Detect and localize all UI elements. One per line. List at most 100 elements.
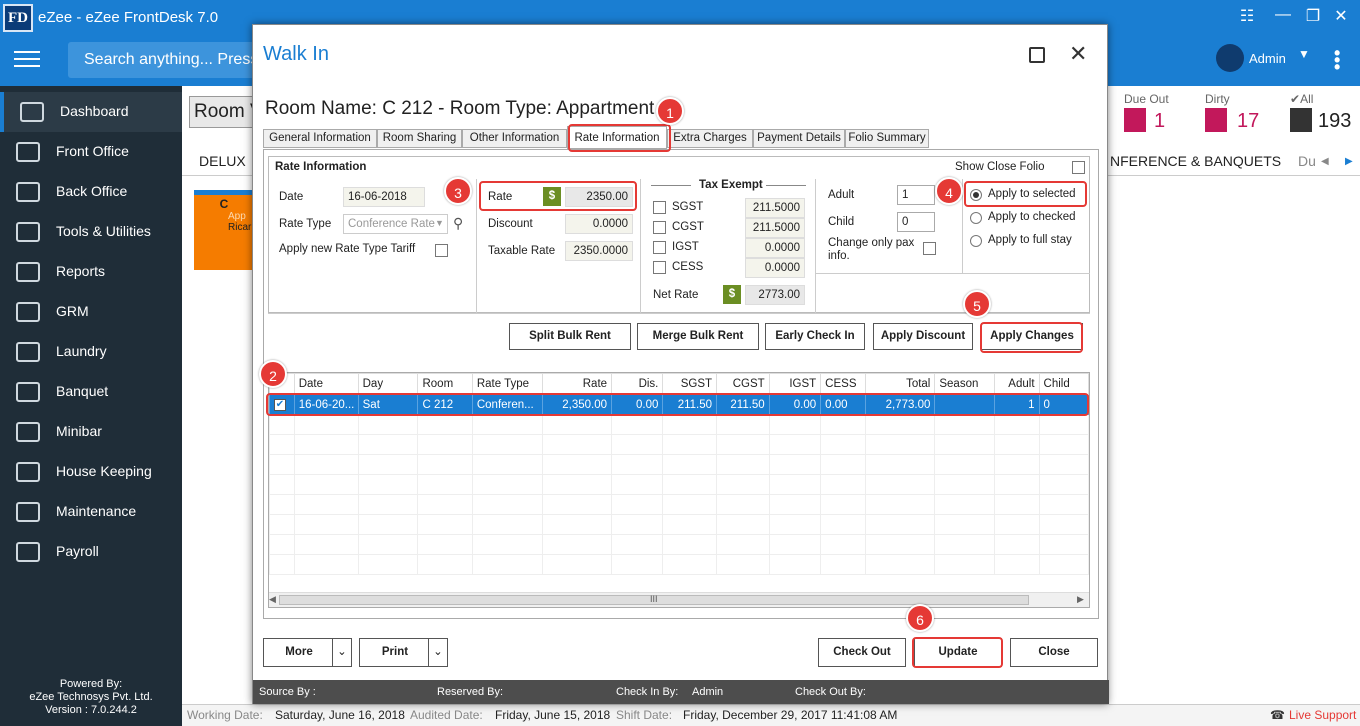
more-button[interactable]: More <box>263 638 335 667</box>
sidebar-item-banquet[interactable]: Banquet <box>0 372 182 412</box>
grid-header[interactable]: SGST <box>662 373 718 395</box>
print-dropdown-icon[interactable]: ⌄ <box>428 638 448 667</box>
sidebar-item-reports[interactable]: Reports <box>0 252 182 292</box>
live-support-link[interactable]: Live Support <box>1289 705 1356 725</box>
change-pax-checkbox[interactable] <box>923 242 936 255</box>
sidebar-item-payroll[interactable]: Payroll <box>0 532 182 572</box>
search-input[interactable]: Search anything... Press <box>68 42 258 78</box>
print-button[interactable]: Print <box>359 638 431 667</box>
sgst-label: SGST <box>672 201 704 213</box>
tab-payment-details[interactable]: Payment Details <box>753 129 845 148</box>
grid-header[interactable]: Room <box>417 373 473 395</box>
grid-header[interactable]: Adult <box>993 373 1040 395</box>
dirty-label: Dirty <box>1205 92 1230 106</box>
sidebar-item-back-office[interactable]: Back Office <box>0 172 182 212</box>
check-out-button[interactable]: Check Out <box>818 638 906 667</box>
grid-header[interactable]: Rate Type <box>471 373 543 395</box>
walk-in-dialog: Walk In ✕ Room Name: C 212 - Room Type: … <box>252 24 1109 704</box>
igst-checkbox[interactable] <box>653 241 666 254</box>
cess-checkbox[interactable] <box>653 261 666 274</box>
scroll-left-icon[interactable]: ◀ <box>269 594 276 605</box>
child-stepper[interactable]: 0 <box>897 212 935 232</box>
grm-icon <box>16 302 40 322</box>
taxable-rate-field: 2350.0000 <box>565 241 633 261</box>
working-date: Saturday, June 16, 2018 <box>275 708 405 722</box>
room-card[interactable]: C App Ricar <box>194 190 254 270</box>
tab-du[interactable]: Du <box>1298 153 1316 169</box>
tab-folio-summary[interactable]: Folio Summary <box>845 129 929 148</box>
scroll-left-icon[interactable]: ◀ <box>1321 156 1329 167</box>
sidebar: Dashboard Front Office Back Office Tools… <box>0 86 182 726</box>
cgst-checkbox[interactable] <box>653 221 666 234</box>
grid-header[interactable]: Day <box>357 373 419 395</box>
merge-bulk-rent-button[interactable]: Merge Bulk Rent <box>637 323 759 350</box>
discount-label: Discount <box>488 218 533 230</box>
tab-extra-charges[interactable]: Extra Charges <box>667 129 753 148</box>
igst-field: 0.0000 <box>745 238 805 258</box>
tools-icon <box>16 222 40 242</box>
scroll-right-icon[interactable]: ▶ <box>1345 156 1353 167</box>
grid-header[interactable]: CESS <box>820 373 866 395</box>
adult-stepper[interactable]: 1 <box>897 185 935 205</box>
close-button[interactable]: Close <box>1010 638 1098 667</box>
sidebar-item-maintenance[interactable]: Maintenance <box>0 492 182 532</box>
due-out-stat[interactable]: Due Out 1 <box>1124 92 1169 132</box>
sidebar-item-label: Dashboard <box>60 103 129 119</box>
translate-icon[interactable]: ☷ <box>1232 6 1262 26</box>
apply-new-tariff-checkbox[interactable] <box>435 244 448 257</box>
grid-header[interactable]: CGST <box>716 373 770 395</box>
sgst-checkbox[interactable] <box>653 201 666 214</box>
sidebar-item-laundry[interactable]: Laundry <box>0 332 182 372</box>
dirty-icon <box>1205 108 1227 132</box>
sidebar-item-label: Laundry <box>56 343 107 359</box>
tab-general-information[interactable]: General Information <box>263 129 377 148</box>
sidebar-item-tools[interactable]: Tools & Utilities <box>0 212 182 252</box>
grid-header[interactable]: Total <box>864 373 936 395</box>
sidebar-item-front-office[interactable]: Front Office <box>0 132 182 172</box>
early-check-in-button[interactable]: Early Check In <box>765 323 865 350</box>
apply-discount-button[interactable]: Apply Discount <box>873 323 973 350</box>
tab-delux[interactable]: DELUX <box>199 153 246 169</box>
translate-icon[interactable] <box>1029 47 1045 63</box>
dirty-stat[interactable]: Dirty 17 <box>1205 92 1259 132</box>
search-icon[interactable]: ⚲ <box>453 215 463 232</box>
maximize-button[interactable]: ❐ <box>1298 6 1328 26</box>
currency-icon[interactable]: $ <box>723 285 741 304</box>
apply-checked-radio[interactable] <box>970 212 982 224</box>
grid-header[interactable]: Rate <box>541 373 613 395</box>
tab-other-information[interactable]: Other Information <box>462 129 567 148</box>
split-bulk-rent-button[interactable]: Split Bulk Rent <box>509 323 631 350</box>
grid-header[interactable]: Date <box>293 373 359 395</box>
scroll-right-icon[interactable]: ▶ <box>1077 594 1084 605</box>
more-dropdown-icon[interactable]: ⌄ <box>332 638 352 667</box>
all-stat[interactable]: ✔All 193 <box>1290 92 1351 132</box>
grid-header[interactable]: Child <box>1038 373 1089 395</box>
sidebar-item-label: Reports <box>56 263 106 279</box>
scroll-grip: III <box>650 594 658 604</box>
grid-header[interactable]: Dis. <box>611 373 664 395</box>
highlight-update <box>912 637 1003 668</box>
sidebar-item-dashboard[interactable]: Dashboard <box>0 92 182 132</box>
grid-header[interactable]: Season <box>934 373 995 395</box>
minimize-button[interactable]: — <box>1268 6 1298 24</box>
sidebar-item-grm[interactable]: GRM <box>0 292 182 332</box>
discount-field[interactable]: 0.0000 <box>565 214 633 234</box>
table-row <box>269 554 1089 575</box>
status-bar: Working Date: Saturday, June 16, 2018 Au… <box>182 704 1360 726</box>
apply-full-stay-radio[interactable] <box>970 235 982 247</box>
horizontal-scrollbar[interactable]: ◀ III ▶ <box>269 592 1089 607</box>
table-row <box>269 414 1089 435</box>
grid-header[interactable]: IGST <box>768 373 822 395</box>
close-icon[interactable]: ✕ <box>1069 41 1087 67</box>
menu-icon[interactable] <box>14 51 40 71</box>
sidebar-item-minibar[interactable]: Minibar <box>0 412 182 452</box>
tab-conference[interactable]: NFERENCE & BANQUETS <box>1110 153 1281 169</box>
more-vert-icon[interactable]: • • • <box>1334 44 1340 76</box>
window-close-button[interactable]: ✕ <box>1326 6 1356 26</box>
sidebar-item-house-keeping[interactable]: House Keeping <box>0 452 182 492</box>
tab-room-sharing[interactable]: Room Sharing <box>377 129 462 148</box>
date-field[interactable]: 16-06-2018 <box>343 187 425 207</box>
dirty-count: 17 <box>1237 110 1260 132</box>
rate-type-select[interactable]: Conference Rate <box>343 214 448 234</box>
divider <box>816 273 1090 274</box>
